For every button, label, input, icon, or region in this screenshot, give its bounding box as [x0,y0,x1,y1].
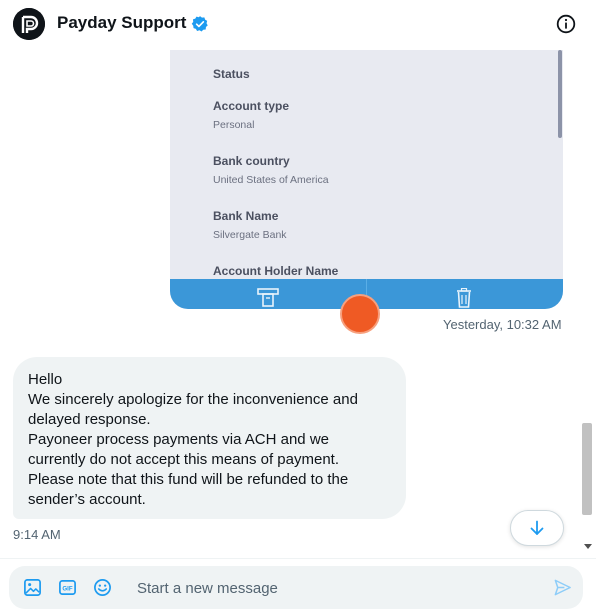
image-icon[interactable] [23,578,42,597]
message-timestamp: 9:14 AM [13,527,61,542]
field-label: Account type [213,99,290,113]
atm-icon [257,288,279,307]
conversation-header: Payday Support [0,0,596,50]
emoji-icon[interactable] [93,578,112,597]
message-text: Hello We sincerely apologize for the inc… [28,371,358,508]
image-attachment[interactable]: ▔▔▔▔▔▔▔▔▔▔ Status Account type Personal … [170,50,563,309]
info-icon[interactable] [556,14,576,34]
conversation-scroll-area[interactable]: ▔▔▔▔▔▔▔▔▔▔ Status Account type Personal … [0,50,596,558]
conversation-title[interactable]: Payday Support [57,13,186,33]
scroll-to-bottom-button[interactable] [510,510,564,546]
chat-widget-icon [340,294,380,334]
scrollbar-thumb[interactable] [582,423,592,515]
scroll-down-arrow-icon[interactable] [584,544,592,549]
field-label: Status [213,67,250,81]
field-value: Silvergate Bank [213,229,287,241]
divider [0,558,596,559]
field-value: United States of America [213,174,329,186]
field-label: Account Holder Name [213,264,339,278]
message-composer: GIF [9,566,583,609]
verified-badge-icon [191,16,208,32]
message-bubble[interactable]: Hello We sincerely apologize for the inc… [13,357,406,519]
avatar[interactable] [13,8,45,40]
image-scrollbar [558,50,562,138]
arrow-down-icon [530,520,544,535]
send-icon[interactable] [553,578,572,597]
message-timestamp: Yesterday, 10:32 AM [443,317,562,332]
field-value: Personal [213,119,255,131]
gif-icon[interactable]: GIF [58,578,77,597]
svg-text:GIF: GIF [62,586,72,593]
message-input[interactable] [135,573,539,603]
screenshot-image: ▔▔▔▔▔▔▔▔▔▔ Status Account type Personal … [170,50,563,279]
trash-icon [457,288,471,308]
field-label: Bank Name [213,209,279,223]
cropped-heading: ▔▔▔▔▔▔▔▔▔▔ [212,50,305,58]
field-label: Bank country [213,154,290,168]
payoneer-logo-icon [13,8,45,40]
